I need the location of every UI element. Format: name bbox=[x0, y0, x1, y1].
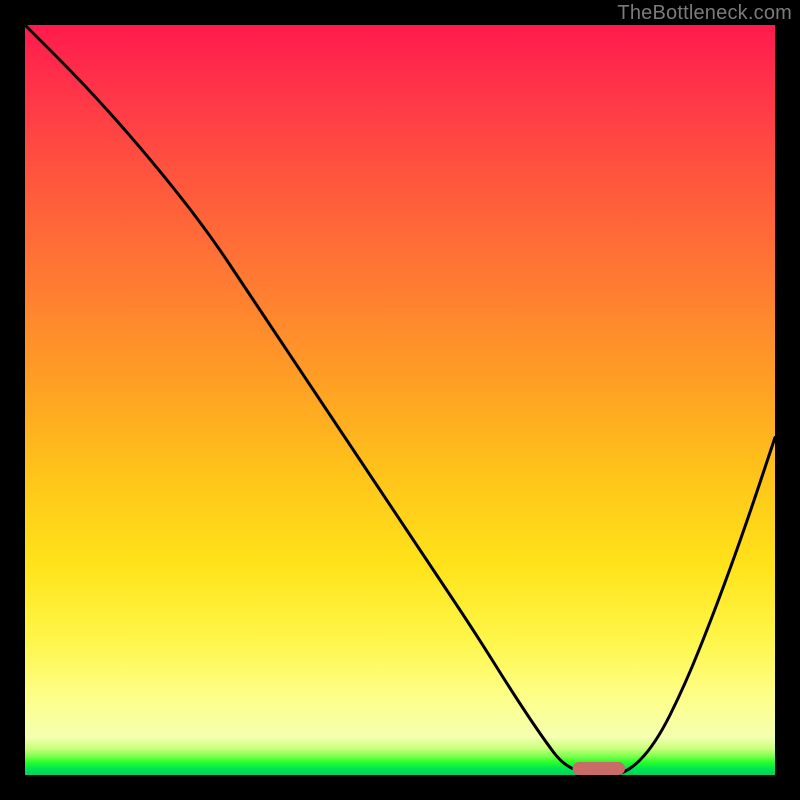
plot-area bbox=[25, 25, 775, 775]
bottleneck-curve bbox=[25, 25, 775, 775]
optimal-range-marker bbox=[573, 762, 626, 775]
chart-frame: TheBottleneck.com bbox=[0, 0, 800, 800]
chart-svg bbox=[25, 25, 775, 775]
attribution-label: TheBottleneck.com bbox=[617, 2, 792, 25]
